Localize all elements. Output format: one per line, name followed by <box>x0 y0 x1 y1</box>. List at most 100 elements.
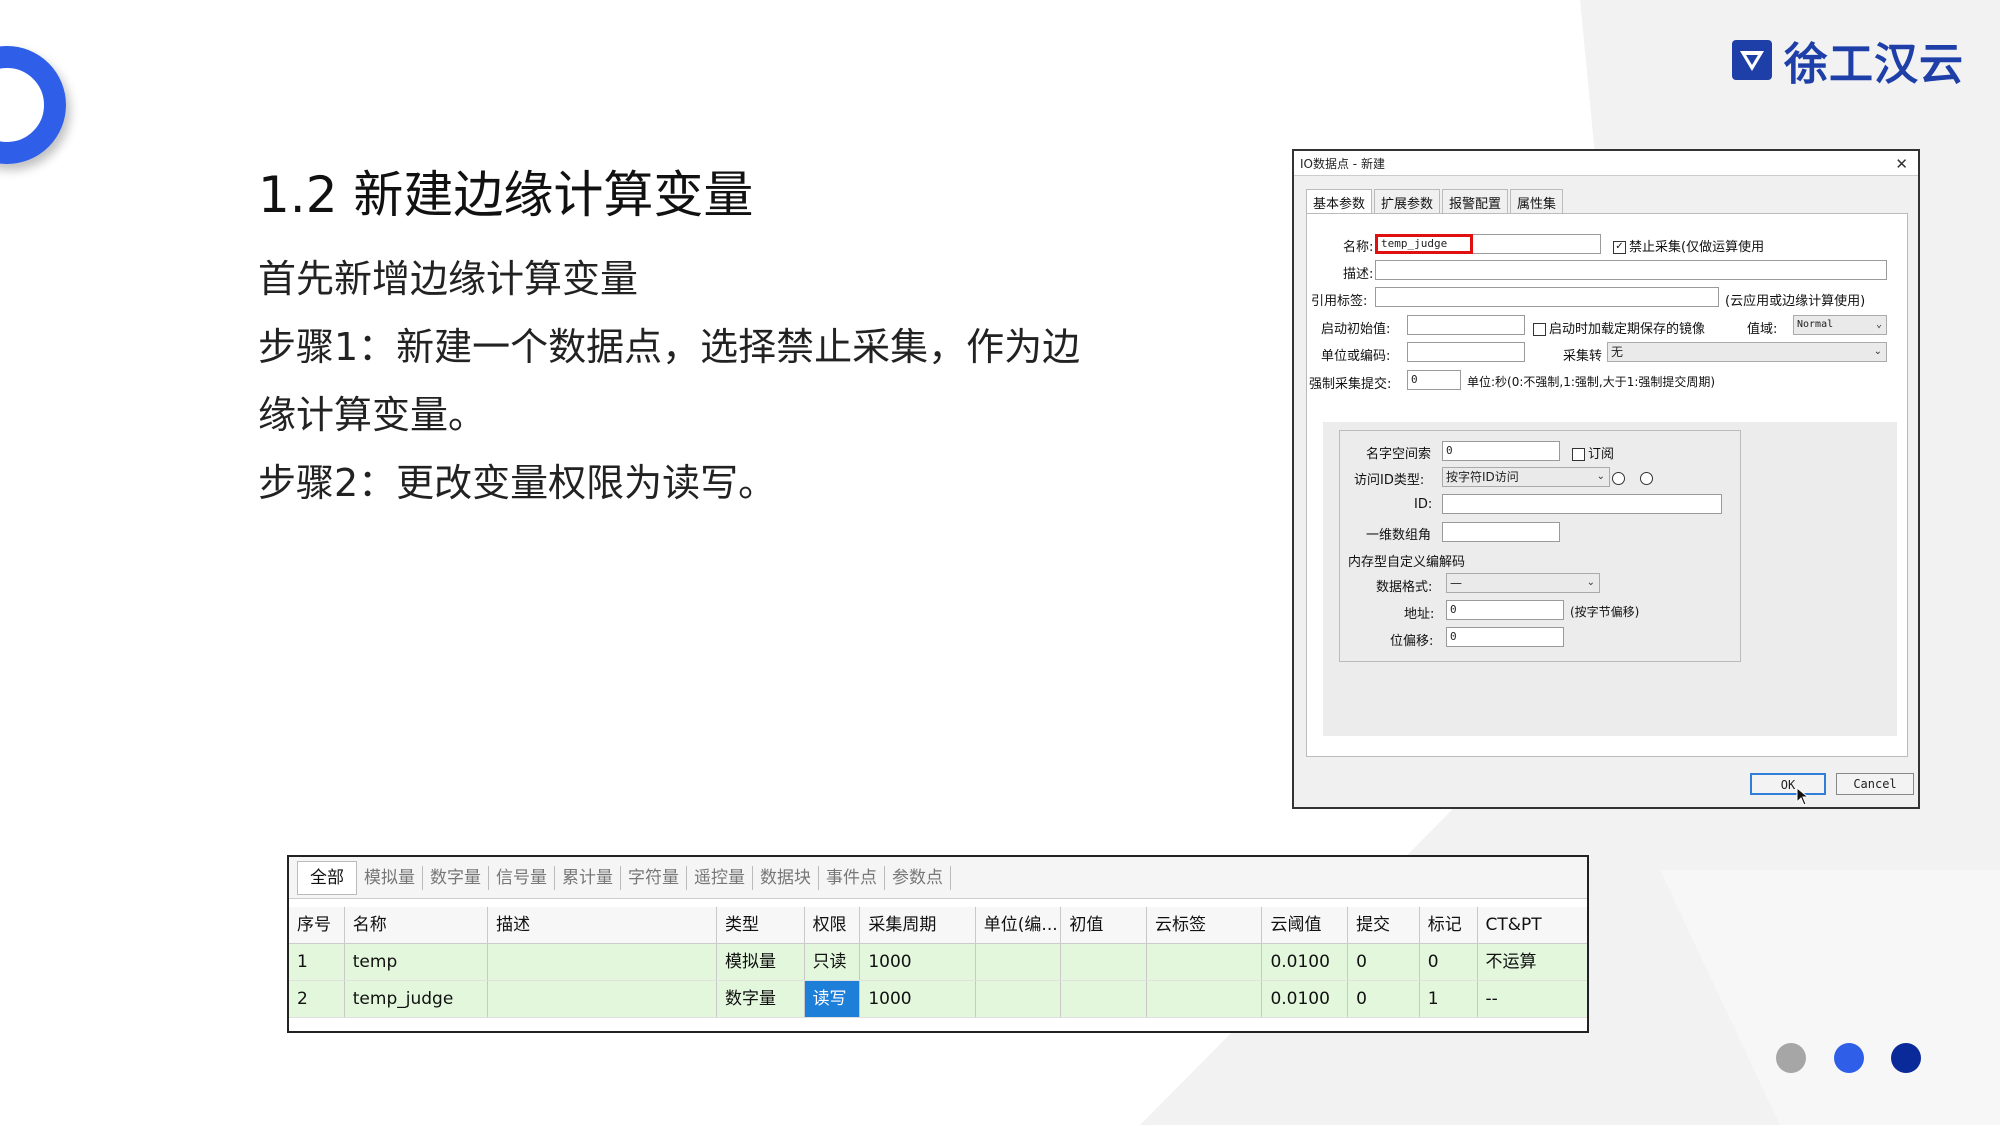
col-header-cloud-threshold[interactable]: 云阈值 <box>1262 907 1349 943</box>
col-header-index[interactable]: 序号 <box>289 907 345 943</box>
cell-type: 模拟量 <box>717 944 805 980</box>
tab-extended-params[interactable]: 扩展参数 <box>1374 189 1441 215</box>
checkbox-checked-icon: ✓ <box>1613 241 1626 254</box>
cell-name: temp <box>345 944 489 980</box>
type-filter-tabs: 全部 模拟量 数字量 信号量 累计量 字符量 遥控量 数据块 事件点 参数点 <box>289 857 1587 899</box>
range-select[interactable]: Normal ⌄ <box>1793 315 1887 335</box>
tab-data-block[interactable]: 数据块 <box>753 865 819 890</box>
collect-convert-value: 无 <box>1611 345 1624 359</box>
ref-tag-label: 引用标签: <box>1311 294 1368 309</box>
col-header-ctpt[interactable]: CT&PT <box>1478 907 1587 943</box>
ref-tag-input[interactable] <box>1375 287 1719 307</box>
col-header-init[interactable]: 初值 <box>1061 907 1147 943</box>
ok-button[interactable]: OK <box>1750 773 1826 795</box>
collect-convert-select[interactable]: 无 ⌄ <box>1607 342 1887 362</box>
table-header-row: 序号 名称 描述 类型 权限 采集周期 单位(编... 初值 云标签 云阈值 提… <box>289 907 1587 944</box>
col-header-cloud-tag[interactable]: 云标签 <box>1147 907 1263 943</box>
close-icon[interactable]: ✕ <box>1895 155 1908 173</box>
name-value-highlight: temp_judge <box>1375 234 1473 254</box>
brand-logo: 徐工汉云 <box>1730 34 1964 90</box>
cancel-button[interactable]: Cancel <box>1836 773 1914 795</box>
id-input[interactable] <box>1442 494 1722 514</box>
id-label: ID: <box>1414 497 1433 512</box>
datapoint-grid: 序号 名称 描述 类型 权限 采集周期 单位(编... 初值 云标签 云阈值 提… <box>289 907 1587 1018</box>
cell-unit <box>976 944 1062 980</box>
cell-permission-selected[interactable]: 读写 <box>804 981 861 1017</box>
cell-cloud-threshold: 0.0100 <box>1262 944 1349 980</box>
desc-label: 描述: <box>1343 267 1374 282</box>
unit-input[interactable] <box>1407 342 1525 362</box>
tab-remote-control[interactable]: 遥控量 <box>687 865 753 890</box>
collect-convert-label: 采集转 <box>1563 349 1603 364</box>
col-header-submit[interactable]: 提交 <box>1348 907 1420 943</box>
access-type-value: 按字符ID访问 <box>1446 470 1519 484</box>
checkbox-icon <box>1572 448 1585 461</box>
tab-string[interactable]: 字符量 <box>621 865 687 890</box>
bit-offset-label: 位偏移: <box>1390 634 1434 649</box>
chevron-down-icon: ⌄ <box>1873 346 1882 357</box>
body-line-2: 步骤1：新建一个数据点，选择禁止采集，作为边 <box>258 325 1081 369</box>
cell-cloud-tag <box>1147 944 1263 980</box>
cell-ctpt: -- <box>1485 989 1498 1009</box>
col-header-name[interactable]: 名称 <box>345 907 489 943</box>
address-config-area: 名字空间索 0 订阅 访问ID类型: 按字符ID访问 ⌄ ID: 一维数组角 内存… <box>1323 422 1897 736</box>
tab-cumulative[interactable]: 累计量 <box>555 865 621 890</box>
custom-codec-label: 内存型自定义编解码 <box>1348 555 1466 570</box>
dialog-titlebar: IO数据点 - 新建 <box>1294 151 1918 176</box>
chevron-down-icon: ⌄ <box>1596 471 1605 482</box>
forbid-collect-label: 禁止采集(仅做运算使用 <box>1629 240 1765 255</box>
data-format-select[interactable]: — ⌄ <box>1446 573 1600 593</box>
access-type-label: 访问ID类型: <box>1354 473 1425 488</box>
col-header-permission[interactable]: 权限 <box>805 907 861 943</box>
subscribe-label: 订阅 <box>1588 447 1615 462</box>
tab-param-point[interactable]: 参数点 <box>885 865 951 890</box>
tab-analog[interactable]: 模拟量 <box>357 865 423 890</box>
col-header-mark[interactable]: 标记 <box>1420 907 1478 943</box>
chevron-down-icon: ⌄ <box>1875 319 1882 330</box>
cell-mark: 1 <box>1420 981 1478 1017</box>
tab-alarm-config[interactable]: 报警配置 <box>1442 189 1509 215</box>
subscribe-checkbox[interactable]: 订阅 <box>1572 443 1614 462</box>
col-header-unit[interactable]: 单位(编... <box>976 907 1062 943</box>
tab-signal[interactable]: 信号量 <box>489 865 555 890</box>
tab-attribute-set[interactable]: 属性集 <box>1510 189 1564 215</box>
address-label: 地址: <box>1404 607 1435 622</box>
forbid-collect-checkbox[interactable]: ✓ 禁止采集(仅做运算使用 <box>1613 236 1764 255</box>
tab-digital[interactable]: 数字量 <box>423 865 489 890</box>
force-label: 强制采集提交: <box>1309 377 1392 392</box>
access-type-select[interactable]: 按字符ID访问 ⌄ <box>1442 467 1610 487</box>
force-input[interactable]: 0 <box>1407 370 1461 390</box>
array-input[interactable] <box>1442 522 1560 542</box>
mouse-cursor-icon <box>1796 787 1810 806</box>
cell-name: temp_judge <box>345 981 489 1017</box>
cell-index: 2 <box>289 981 345 1017</box>
desc-input[interactable] <box>1375 260 1887 280</box>
table-row[interactable]: 2 temp_judge 数字量 读写 1000 0.0100 0 1 -- <box>289 981 1587 1018</box>
radio-option-2[interactable] <box>1640 472 1653 485</box>
address-input[interactable]: 0 <box>1446 600 1564 620</box>
cell-cloud-tag <box>1147 981 1263 1017</box>
radio-option-1[interactable] <box>1612 472 1625 485</box>
datapoint-table-window: 全部 模拟量 数字量 信号量 累计量 字符量 遥控量 数据块 事件点 参数点 序… <box>287 855 1589 1033</box>
col-header-type[interactable]: 类型 <box>717 907 805 943</box>
tab-basic-params[interactable]: 基本参数 <box>1306 189 1373 215</box>
checkbox-icon <box>1533 323 1546 336</box>
table-row[interactable]: 1 temp 模拟量 只读 1000 0.0100 0 0 不运算 <box>289 944 1587 981</box>
init-value-label: 启动初始值: <box>1321 322 1391 337</box>
col-header-cycle[interactable]: 采集周期 <box>860 907 976 943</box>
col-header-desc[interactable]: 描述 <box>488 907 717 943</box>
ns-index-input[interactable]: 0 <box>1442 441 1560 461</box>
body-line-4: 步骤2：更改变量权限为读写。 <box>258 461 777 505</box>
unit-label: 单位或编码: <box>1321 349 1391 364</box>
dialog-panel: 名称: temp_judge ✓ 禁止采集(仅做运算使用 描述: 引用标签: (云… <box>1306 213 1908 757</box>
cell-mark: 0 <box>1420 944 1478 980</box>
tab-event-point[interactable]: 事件点 <box>819 865 885 890</box>
tab-all[interactable]: 全部 <box>297 860 357 895</box>
init-value-input[interactable] <box>1407 315 1525 335</box>
chevron-down-icon: ⌄ <box>1586 577 1595 588</box>
cell-permission: 只读 <box>805 944 861 980</box>
bit-offset-input[interactable]: 0 <box>1446 627 1564 647</box>
force-hint: 单位:秒(0:不强制,1:强制,大于1:强制提交周期) <box>1467 375 1716 389</box>
name-label: 名称: <box>1343 240 1374 255</box>
load-image-checkbox[interactable]: 启动时加载定期保存的镜像 <box>1533 318 1705 337</box>
